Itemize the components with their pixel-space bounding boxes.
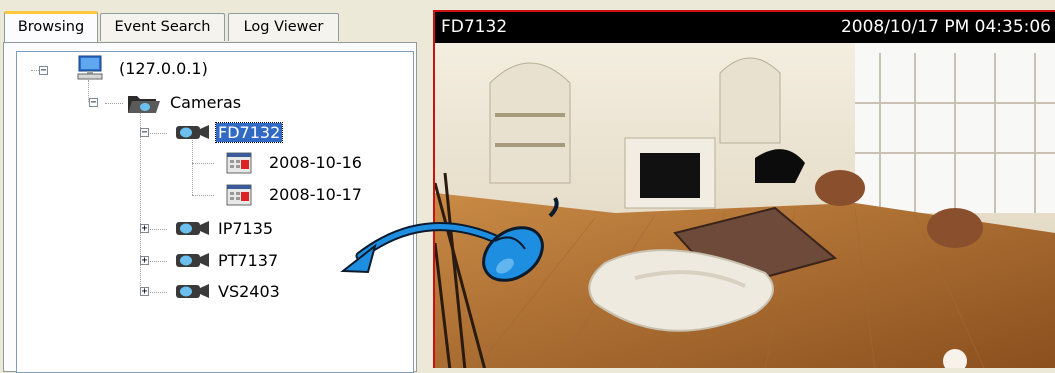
folder-camera-icon [128, 96, 160, 113]
tab-bar: Browsing Event Search Log Viewer [0, 11, 420, 43]
camera-icon [176, 284, 209, 298]
collapse-toggle[interactable]: − [140, 128, 149, 138]
tree-line [192, 140, 193, 195]
tree-node-camera-pt7137[interactable]: PT7137 [218, 251, 278, 270]
tree-line [105, 103, 123, 104]
tree-node-camera-vs2403[interactable]: VS2403 [218, 282, 280, 301]
tree-node-camera-fd7132[interactable]: FD7132 [214, 122, 284, 143]
tree-line [147, 261, 167, 262]
tree-node-camera-ip7135[interactable]: IP7135 [218, 219, 273, 238]
tree-line [147, 133, 167, 134]
tab-log-viewer[interactable]: Log Viewer [228, 13, 339, 41]
video-title-bar: FD7132 2008/10/17 PM 04:35:06 [435, 12, 1055, 43]
tree-line [192, 163, 214, 164]
expand-toggle[interactable]: + [140, 256, 149, 266]
tree-node-server[interactable]: (127.0.0.1) [119, 59, 208, 78]
tab-event-search[interactable]: Event Search [100, 13, 225, 41]
video-camera-name: FD7132 [441, 17, 508, 37]
collapse-toggle[interactable]: − [39, 66, 48, 76]
drag-instruction-overlay [340, 196, 559, 282]
computer-icon [77, 55, 103, 80]
camera-icon [176, 221, 209, 235]
calendar-icon [226, 184, 252, 206]
camera-icon [176, 253, 209, 267]
camera-icon [176, 125, 209, 139]
video-timestamp: 2008/10/17 PM 04:35:06 [840, 17, 1051, 37]
tree-node-date[interactable]: 2008-10-16 [269, 153, 362, 172]
tree-line [147, 229, 167, 230]
arrow-head-icon [340, 243, 377, 274]
expand-toggle[interactable]: + [140, 224, 149, 234]
expand-toggle[interactable]: + [140, 287, 149, 297]
calendar-icon [226, 152, 252, 174]
tree-node-cameras[interactable]: Cameras [170, 93, 241, 112]
tree-line [192, 195, 214, 196]
tree-line [147, 292, 167, 293]
collapse-toggle[interactable]: − [89, 98, 98, 108]
mouse-icon [482, 196, 559, 282]
tab-browsing[interactable]: Browsing [4, 11, 98, 42]
video-viewer[interactable]: FD7132 2008/10/17 PM 04:35:06 [433, 10, 1055, 368]
